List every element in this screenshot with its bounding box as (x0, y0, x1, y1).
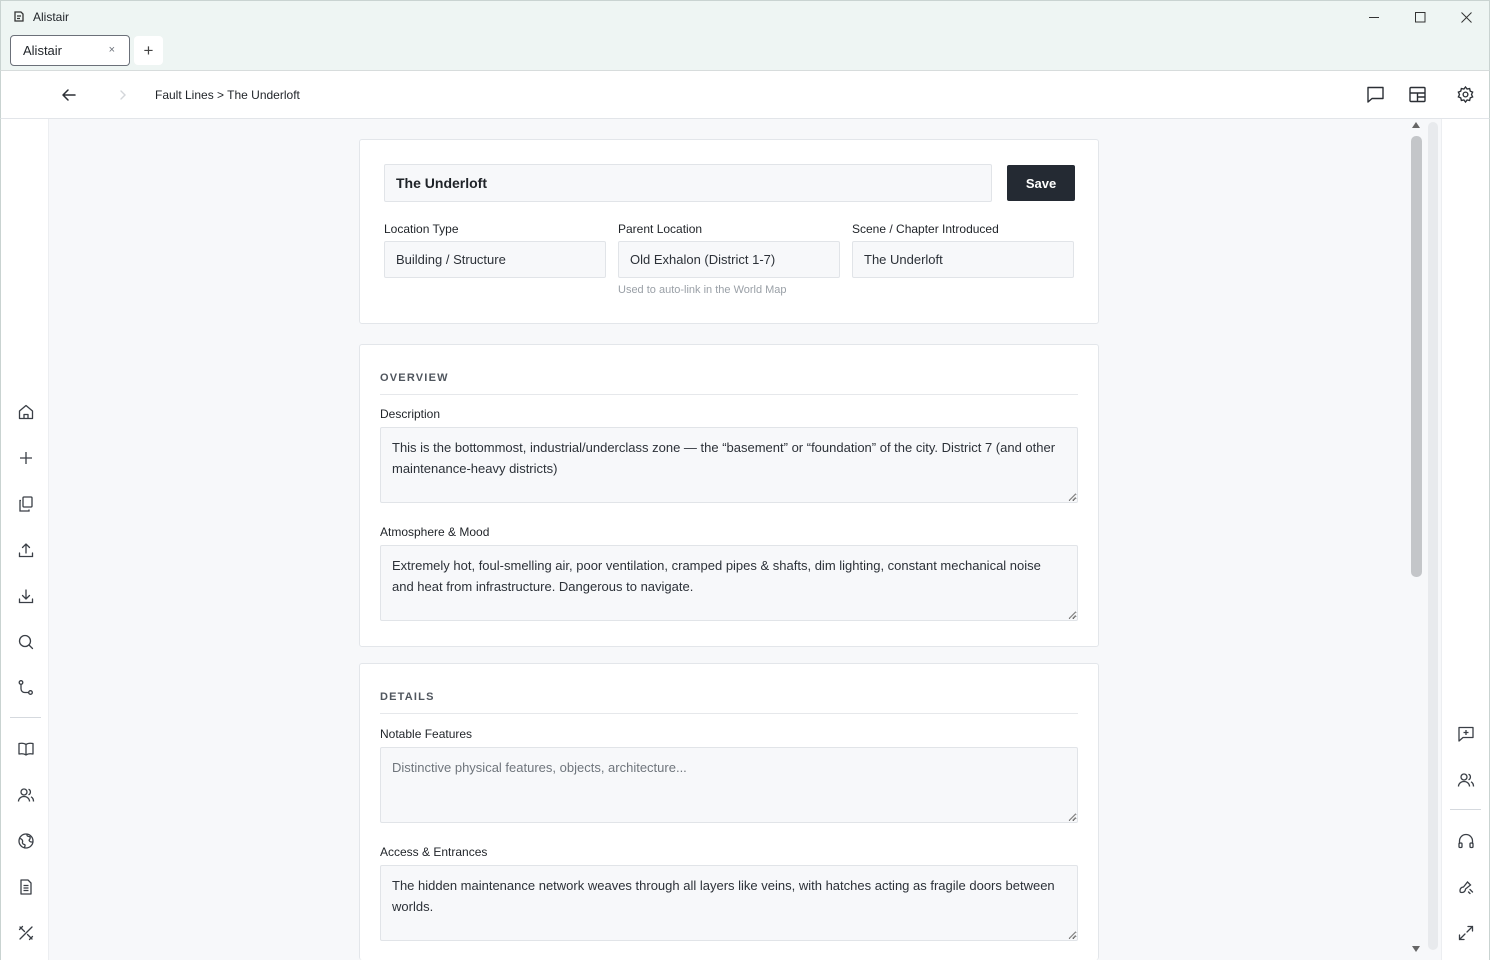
close-window-button[interactable] (1443, 1, 1489, 33)
expand-button[interactable] (1455, 922, 1477, 944)
brush-icon (1459, 881, 1474, 895)
tab-alistair[interactable]: Alistair × (10, 35, 130, 66)
world-button[interactable] (15, 830, 37, 852)
left-sidebar (0, 119, 49, 960)
atmosphere-textarea[interactable]: Extremely hot, foul-smelling air, poor v… (380, 545, 1078, 621)
tab-label: Alistair (23, 43, 63, 58)
characters-button[interactable] (15, 784, 37, 806)
globe-icon (18, 833, 34, 849)
scroll-up-icon[interactable] (1410, 122, 1422, 132)
overview-section-header: OVERVIEW (380, 372, 1078, 395)
tab-close-icon[interactable]: × (109, 44, 115, 57)
gear-icon (1456, 85, 1474, 103)
manuscript-button[interactable] (15, 738, 37, 760)
close-icon (1460, 11, 1472, 23)
navigation-bar: Fault Lines > The Underloft (0, 71, 1490, 119)
tools-icon (18, 925, 34, 941)
expand-icon (1458, 925, 1474, 941)
scene-chapter-label: Scene / Chapter Introduced (852, 222, 999, 236)
chevron-right-icon (120, 90, 126, 100)
description-label: Description (380, 407, 441, 421)
download-icon (18, 589, 34, 604)
parent-location-input[interactable] (618, 241, 840, 278)
new-tab-button[interactable]: + (134, 36, 163, 65)
comment-plus-icon (1458, 726, 1474, 742)
forward-button[interactable] (113, 85, 133, 105)
comment-icon (1366, 86, 1384, 103)
resize-grip-icon[interactable] (1068, 611, 1076, 619)
document-icon (20, 879, 32, 895)
panel-scroll-rail[interactable] (1428, 122, 1438, 950)
upload-icon (18, 543, 34, 558)
details-card: DETAILS Notable Features Distinctive phy… (359, 663, 1099, 960)
atmosphere-label: Atmosphere & Mood (380, 525, 490, 539)
duplicate-button[interactable] (15, 493, 37, 515)
layout-button[interactable] (1406, 83, 1428, 105)
scroll-down-icon[interactable] (1410, 946, 1422, 956)
minimize-icon (1368, 16, 1379, 18)
settings-button[interactable] (1454, 83, 1476, 105)
import-button[interactable] (15, 585, 37, 607)
location-type-input[interactable] (384, 241, 606, 278)
window-title: Alistair (33, 9, 70, 24)
home-icon (18, 404, 34, 420)
details-section-header: DETAILS (380, 691, 1078, 714)
users-icon (17, 788, 35, 802)
maximize-button[interactable] (1397, 1, 1443, 33)
export-button[interactable] (15, 539, 37, 561)
location-type-label: Location Type (384, 222, 459, 236)
description-textarea[interactable]: This is the bottommost, industrial/under… (380, 427, 1078, 503)
arrow-left-icon (62, 89, 76, 101)
users-icon (1457, 773, 1475, 787)
scene-chapter-input[interactable] (852, 241, 1074, 278)
tab-bar: Alistair × + (0, 32, 1490, 71)
access-entrances-label: Access & Entrances (380, 845, 488, 859)
location-name-input[interactable] (384, 164, 992, 202)
maximize-icon (1414, 11, 1425, 22)
sidebar-divider (10, 717, 41, 718)
right-sidebar (1441, 119, 1490, 960)
title-bar: Alistair (0, 0, 1490, 32)
window-controls (1351, 1, 1489, 33)
search-icon (18, 634, 34, 650)
parent-location-hint: Used to auto-link in the World Map (618, 284, 787, 296)
theme-button[interactable] (1455, 876, 1477, 898)
notable-features-textarea[interactable]: Distinctive physical features, objects, … (380, 747, 1078, 823)
scrollbar[interactable] (1410, 122, 1422, 956)
branch-button[interactable] (15, 677, 37, 699)
access-entrances-textarea[interactable]: The hidden maintenance network weaves th… (380, 865, 1078, 941)
breadcrumb[interactable]: Fault Lines > The Underloft (155, 88, 300, 102)
home-button[interactable] (15, 401, 37, 423)
resize-grip-icon[interactable] (1068, 813, 1076, 821)
comments-button[interactable] (1364, 83, 1386, 105)
back-button[interactable] (59, 85, 79, 105)
scrollbar-thumb[interactable] (1411, 136, 1422, 577)
branch-icon (18, 680, 33, 695)
sidebar-divider (1450, 809, 1481, 810)
headphones-icon (1458, 833, 1474, 849)
layout-icon (1408, 86, 1426, 102)
audio-button[interactable] (1455, 830, 1477, 852)
overview-card: OVERVIEW Description This is the bottomm… (359, 344, 1099, 647)
resize-grip-icon[interactable] (1068, 493, 1076, 501)
resize-grip-icon[interactable] (1068, 931, 1076, 939)
collaborators-button[interactable] (1455, 769, 1477, 791)
plus-icon (20, 452, 32, 464)
copy-icon (19, 496, 33, 512)
add-button[interactable] (15, 447, 37, 469)
app-logo-icon (12, 10, 26, 24)
notable-features-label: Notable Features (380, 727, 473, 741)
minimize-button[interactable] (1351, 1, 1397, 33)
notes-button[interactable] (15, 876, 37, 898)
book-icon (18, 742, 34, 756)
location-header-card: Save Location Type Parent Location Used … (359, 139, 1099, 324)
add-comment-button[interactable] (1455, 723, 1477, 745)
parent-location-label: Parent Location (618, 222, 703, 236)
save-button[interactable]: Save (1007, 165, 1075, 201)
search-button[interactable] (15, 631, 37, 653)
tools-button[interactable] (15, 922, 37, 944)
